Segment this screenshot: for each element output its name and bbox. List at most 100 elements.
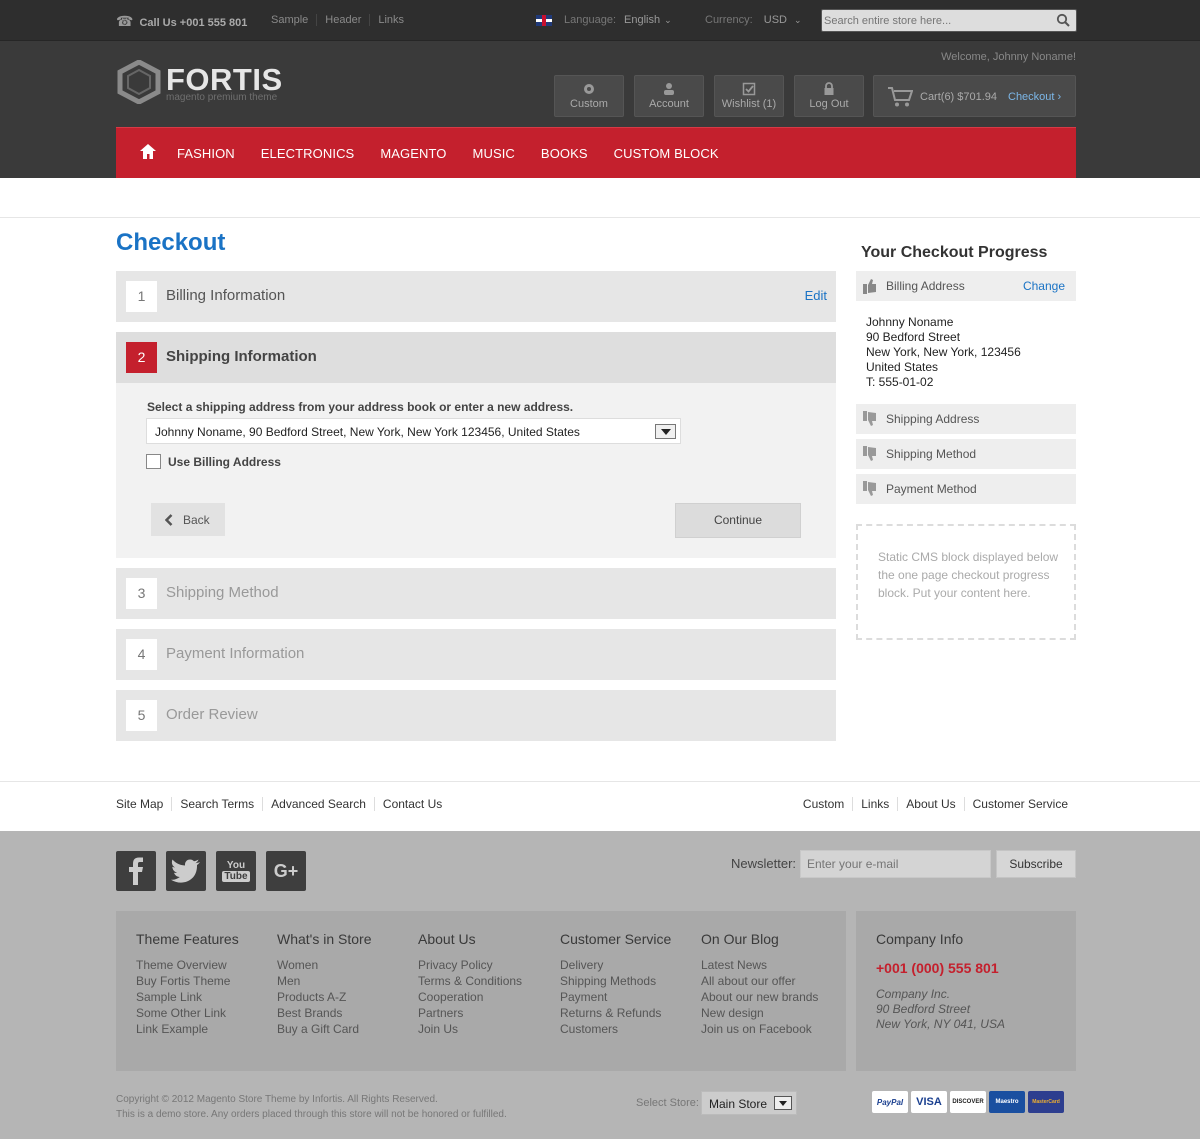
fortis-logo-icon <box>117 60 161 104</box>
checkbox-icon <box>742 82 756 96</box>
top-link-links[interactable]: Links <box>369 14 412 26</box>
footer-link[interactable]: Theme Overview <box>136 957 239 973</box>
footer-link-links[interactable]: Links <box>852 797 897 811</box>
footer-links-right: Custom Links About Us Customer Service <box>795 797 1076 811</box>
continue-button[interactable]: Continue <box>675 503 801 538</box>
progress-label: Shipping Method <box>886 447 977 461</box>
home-icon[interactable] <box>140 144 156 159</box>
discover-icon: DISCOVER <box>950 1091 986 1113</box>
footer-column-title: About Us <box>418 931 476 947</box>
account-label: Account <box>649 98 689 110</box>
shipping-instruction: Select a shipping address from your addr… <box>147 400 574 414</box>
checkout-link[interactable]: Checkout › <box>1008 91 1061 103</box>
mastercard-icon: MasterCard <box>1028 1091 1064 1113</box>
cart-icon <box>888 87 913 107</box>
footer-link[interactable]: Some Other Link <box>136 1005 239 1021</box>
footer-link[interactable]: Terms & Conditions <box>418 973 522 989</box>
logo[interactable]: FORTIS magento premium theme <box>116 60 296 104</box>
top-link-sample[interactable]: Sample <box>263 14 316 26</box>
footer-link[interactable]: Latest News <box>701 957 818 973</box>
footer-link[interactable]: Join Us <box>418 1021 522 1037</box>
wishlist-button[interactable]: Wishlist (1) <box>714 75 784 117</box>
progress-shipping-method: Shipping Method <box>856 439 1076 469</box>
twitter-icon[interactable] <box>166 851 206 891</box>
nav-item-books[interactable]: BOOKS <box>541 146 588 161</box>
account-button[interactable]: Account <box>634 75 704 117</box>
currency-value[interactable]: USD <box>764 14 787 26</box>
facebook-icon[interactable] <box>116 851 156 891</box>
thumbs-up-icon <box>863 279 876 294</box>
top-link-header[interactable]: Header <box>316 14 369 26</box>
footer-link[interactable]: Best Brands <box>277 1005 372 1021</box>
google-plus-icon[interactable]: G+ <box>266 851 306 891</box>
footer-link[interactable]: Men <box>277 973 372 989</box>
footer-link[interactable]: Sample Link <box>136 989 239 1005</box>
chevron-down-icon: ⌄ <box>664 14 672 25</box>
footer-link[interactable]: Products A-Z <box>277 989 372 1005</box>
edit-link[interactable]: Edit <box>805 288 827 303</box>
step-title: Shipping Information <box>166 348 317 365</box>
step-shipping-method[interactable]: 3 Shipping Method <box>116 568 836 619</box>
language-value[interactable]: English <box>624 14 660 26</box>
footer-link[interactable]: Buy Fortis Theme <box>136 973 239 989</box>
youtube-icon[interactable]: You Tube <box>216 851 256 891</box>
footer-link[interactable]: All about our offer <box>701 973 818 989</box>
footer-link[interactable]: Returns & Refunds <box>560 1005 671 1021</box>
footer-link-customer-service[interactable]: Customer Service <box>963 797 1076 811</box>
step-billing-information[interactable]: 1 Billing Information Edit <box>116 271 836 322</box>
footer-link[interactable]: New design <box>701 1005 818 1021</box>
search-input[interactable] <box>824 12 1052 29</box>
language-switcher[interactable]: Language: English ⌄ <box>536 14 672 26</box>
footer-link[interactable]: Privacy Policy <box>418 957 522 973</box>
footer-link-about-us[interactable]: About Us <box>897 797 963 811</box>
gear-icon <box>584 84 594 94</box>
footer-link-advanced-search[interactable]: Advanced Search <box>262 797 374 811</box>
nav-item-magento[interactable]: MAGENTO <box>380 146 446 161</box>
dropdown-arrow-icon[interactable] <box>774 1096 792 1110</box>
footer-link[interactable]: Buy a Gift Card <box>277 1021 372 1037</box>
footer-link-site-map[interactable]: Site Map <box>116 797 171 811</box>
footer-link[interactable]: Partners <box>418 1005 522 1021</box>
footer-link[interactable]: Women <box>277 957 372 973</box>
footer-link-custom[interactable]: Custom <box>795 797 852 811</box>
company-info: Company Info +001 (000) 555 801 Company … <box>856 911 1076 1071</box>
change-link[interactable]: Change <box>1023 279 1065 293</box>
store-select[interactable]: Main Store <box>701 1091 797 1115</box>
use-billing-label: Use Billing Address <box>168 454 281 469</box>
footer-link-search-terms[interactable]: Search Terms <box>171 797 262 811</box>
footer-link[interactable]: Shipping Methods <box>560 973 671 989</box>
search-icon[interactable] <box>1056 13 1070 27</box>
newsletter-email-input[interactable] <box>801 851 990 877</box>
nav-item-fashion[interactable]: FASHION <box>177 146 235 161</box>
step-payment-information[interactable]: 4 Payment Information <box>116 629 836 680</box>
footer-link[interactable]: Delivery <box>560 957 671 973</box>
currency-switcher[interactable]: Currency: USD ⌄ <box>705 14 802 26</box>
step-number: 5 <box>126 700 157 731</box>
footer-link[interactable]: Cooperation <box>418 989 522 1005</box>
footer-column-title: What's in Store <box>277 931 372 947</box>
use-billing-address[interactable]: Use Billing Address <box>146 454 281 469</box>
back-button[interactable]: Back <box>151 503 225 536</box>
footer-link[interactable]: Link Example <box>136 1021 239 1037</box>
cart-button[interactable]: Cart(6) $701.94 Checkout › <box>873 75 1076 117</box>
nav-item-music[interactable]: MUSIC <box>473 146 515 161</box>
step-order-review[interactable]: 5 Order Review <box>116 690 836 741</box>
footer-link-contact-us[interactable]: Contact Us <box>373 797 450 811</box>
footer-link[interactable]: Join us on Facebook <box>701 1021 818 1037</box>
logout-label: Log Out <box>809 98 849 110</box>
dropdown-arrow-icon[interactable] <box>655 424 676 439</box>
custom-button[interactable]: Custom <box>554 75 624 117</box>
footer-link[interactable]: About our new brands <box>701 989 818 1005</box>
step-shipping-information[interactable]: 2 Shipping Information <box>116 332 836 383</box>
nav-item-custom-block[interactable]: CUSTOM BLOCK <box>614 146 719 161</box>
footer-link[interactable]: Customers <box>560 1021 671 1037</box>
subscribe-button[interactable]: Subscribe <box>996 850 1076 878</box>
logout-button[interactable]: Log Out <box>794 75 864 117</box>
nav-item-electronics[interactable]: ELECTRONICS <box>261 146 355 161</box>
step-number: 1 <box>126 281 157 312</box>
chevron-left-icon <box>165 514 173 526</box>
footer-link[interactable]: Payment <box>560 989 671 1005</box>
uk-flag-icon <box>536 14 552 26</box>
use-billing-checkbox[interactable] <box>146 454 161 469</box>
shipping-address-select[interactable]: Johnny Noname, 90 Bedford Street, New Yo… <box>146 418 681 444</box>
